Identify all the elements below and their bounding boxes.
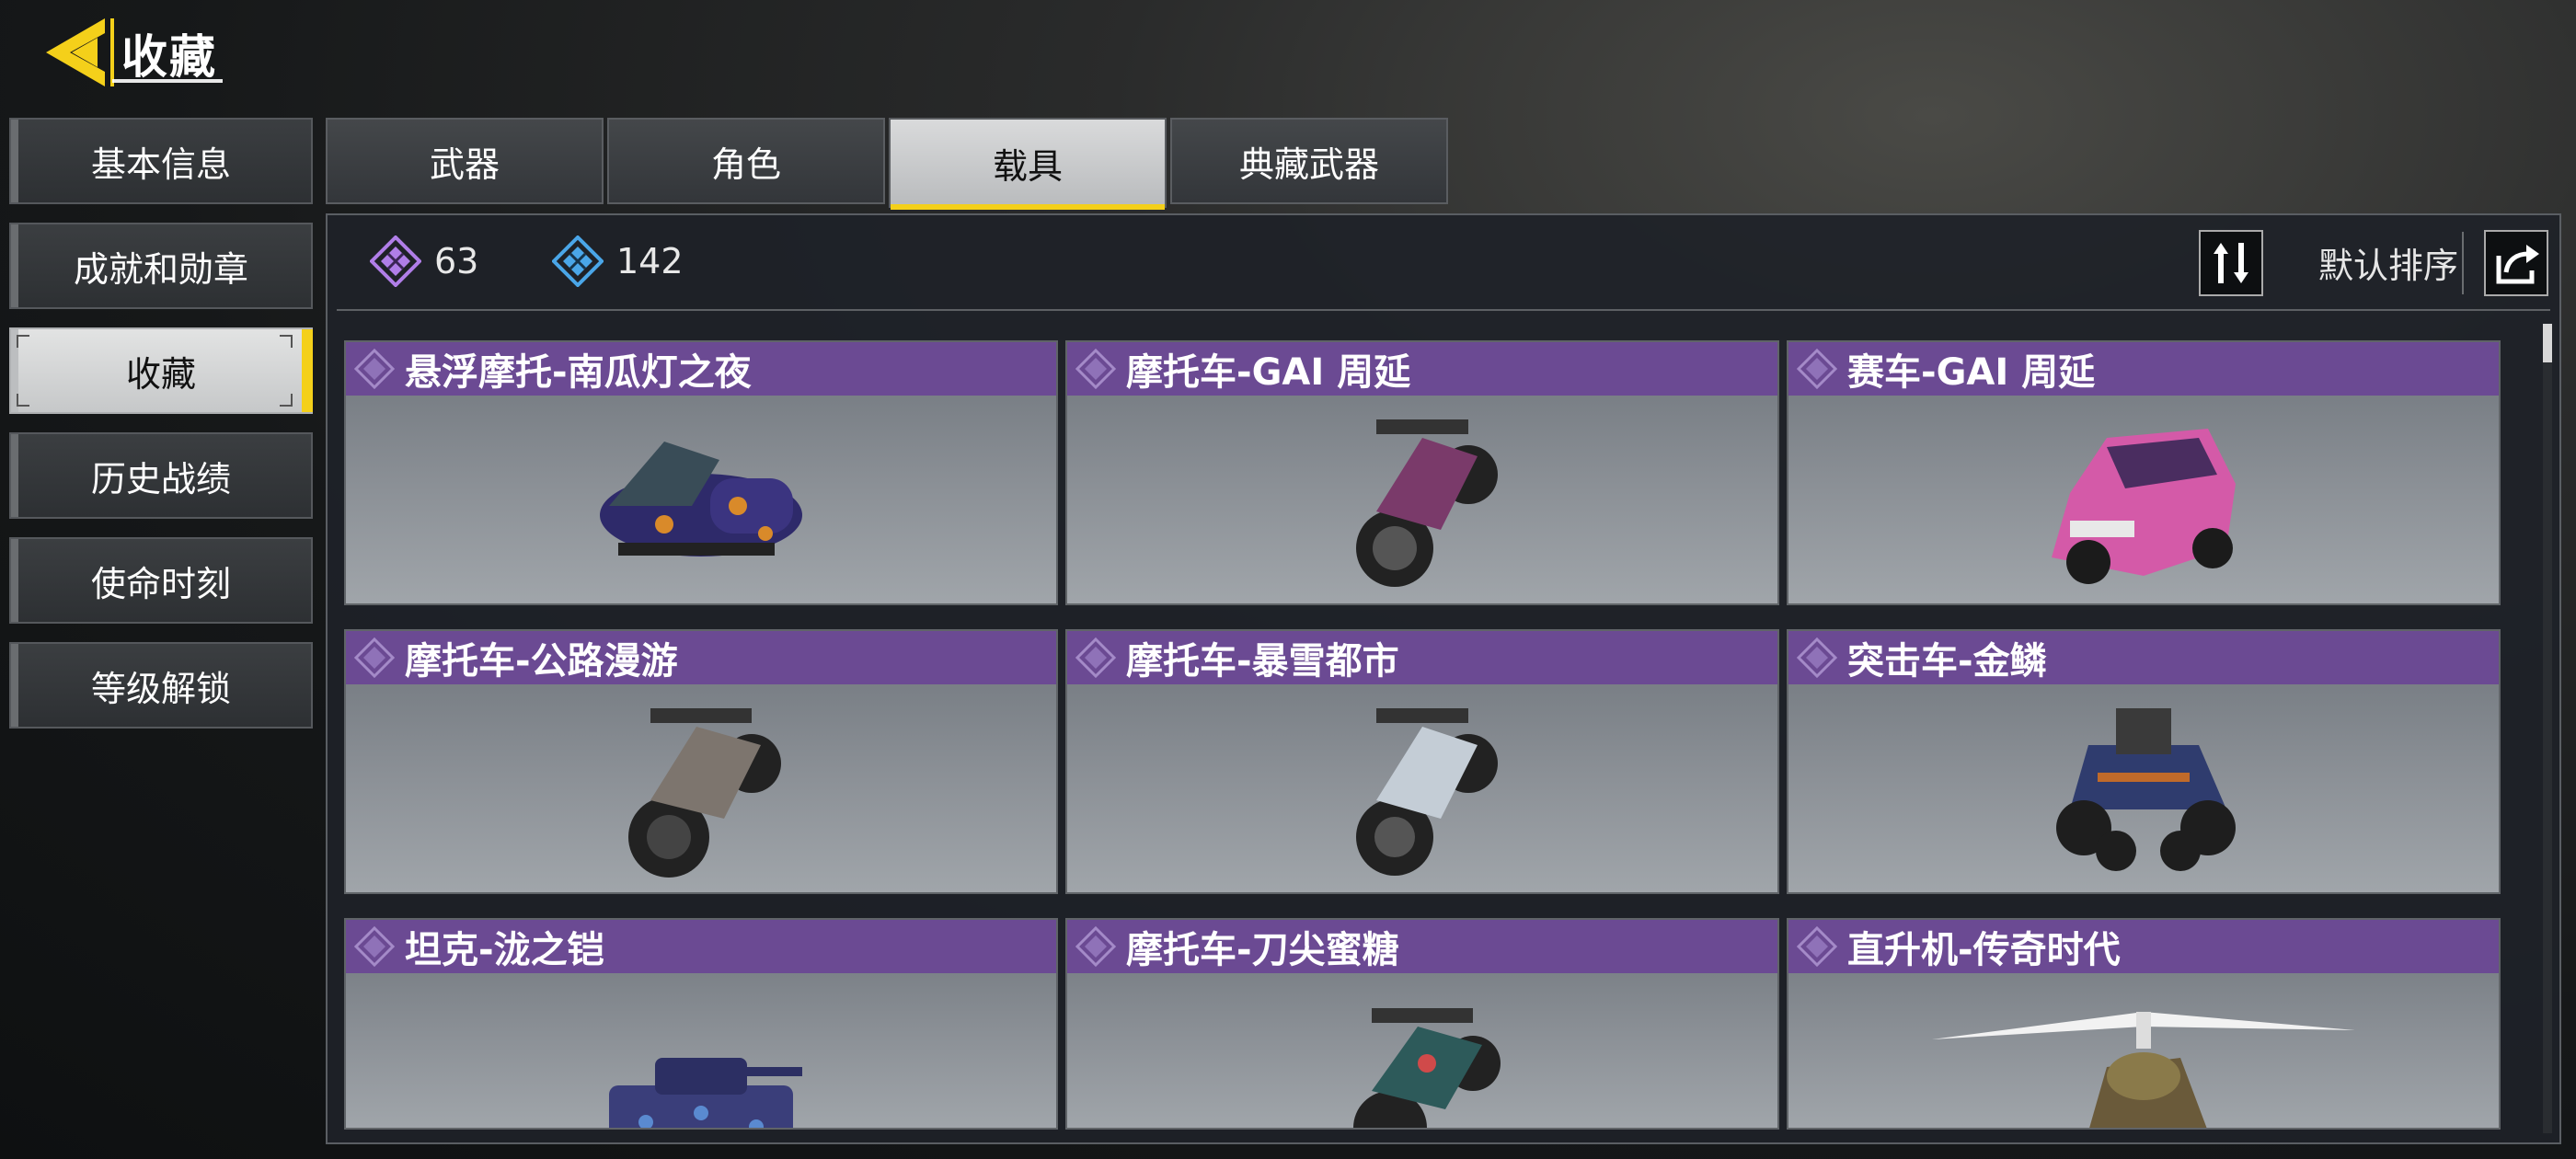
sort-dropdown[interactable]: 默认排序 bbox=[2318, 237, 2458, 288]
vehicle-card[interactable]: 摩托车-GAI 周延 bbox=[1065, 340, 1779, 605]
race-car-icon bbox=[2052, 429, 2236, 584]
rarity-diamond-icon bbox=[1796, 348, 1838, 390]
sidebar-item-label: 历史战绩 bbox=[90, 458, 231, 499]
motorcycle-icon bbox=[1353, 1008, 1501, 1128]
sidebar-item-label: 等级解锁 bbox=[90, 668, 231, 709]
purple-count: 63 bbox=[434, 241, 479, 281]
tank-icon bbox=[609, 1058, 802, 1128]
vehicle-name: 赛车-GAI 周延 bbox=[1847, 351, 2096, 394]
vehicle-card[interactable]: 直升机-传奇时代 bbox=[1787, 918, 2501, 1130]
purple-count-stat: 63 bbox=[370, 235, 478, 287]
title-underline bbox=[112, 79, 223, 83]
sidebar-item-level-unlock[interactable]: 等级解锁 bbox=[9, 642, 313, 729]
motorcycle-icon bbox=[1356, 708, 1498, 876]
scrollbar-track[interactable] bbox=[2543, 324, 2552, 1133]
vehicle-card[interactable]: 悬浮摩托-南瓜灯之夜 bbox=[344, 340, 1058, 605]
rarity-diamond-icon bbox=[353, 925, 396, 968]
tab-label: 武器 bbox=[429, 143, 500, 185]
card-header: 悬浮摩托-南瓜灯之夜 bbox=[346, 342, 1056, 396]
corner-bracket bbox=[280, 335, 293, 348]
vehicle-name: 摩托车-GAI 周延 bbox=[1126, 351, 1411, 394]
tab-label: 载具 bbox=[992, 145, 1063, 187]
toolbar-divider bbox=[2462, 232, 2464, 294]
helicopter-icon bbox=[1932, 1012, 2355, 1128]
tab-label: 典藏武器 bbox=[1238, 143, 1379, 185]
rarity-diamond-icon bbox=[353, 348, 396, 390]
sidebar-item-history[interactable]: 历史战绩 bbox=[9, 432, 313, 519]
vehicle-card[interactable]: 坦克-泷之铠 bbox=[344, 918, 1058, 1130]
rarity-diamond-icon bbox=[1796, 925, 1838, 968]
rarity-diamond-icon bbox=[1075, 637, 1117, 679]
tab-label: 角色 bbox=[710, 143, 781, 185]
vehicle-name: 悬浮摩托-南瓜灯之夜 bbox=[405, 351, 752, 394]
vehicle-card[interactable]: 突击车-金鳞 bbox=[1787, 629, 2501, 894]
rarity-diamond-icon bbox=[1075, 348, 1117, 390]
sidebar-item-achievements[interactable]: 成就和勋章 bbox=[9, 223, 313, 309]
rarity-diamond-icon bbox=[353, 637, 396, 679]
card-header: 赛车-GAI 周延 bbox=[1788, 342, 2499, 396]
vehicle-card[interactable]: 摩托车-暴雪都市 bbox=[1065, 629, 1779, 894]
sidebar-item-label: 基本信息 bbox=[90, 143, 231, 185]
tab-characters[interactable]: 角色 bbox=[607, 118, 885, 204]
buggy-icon bbox=[2056, 708, 2236, 871]
sort-toggle-button[interactable] bbox=[2199, 230, 2263, 296]
vehicle-name: 坦克-泷之铠 bbox=[405, 929, 604, 971]
sidebar-item-moments[interactable]: 使命时刻 bbox=[9, 537, 313, 624]
card-header: 坦克-泷之铠 bbox=[346, 920, 1056, 973]
sidebar-item-label: 成就和勋章 bbox=[73, 248, 248, 290]
tab-weapons[interactable]: 武器 bbox=[326, 118, 604, 204]
corner-bracket bbox=[17, 394, 29, 407]
vehicle-card[interactable]: 摩托车-刀尖蜜糖 bbox=[1065, 918, 1779, 1130]
vehicle-name: 摩托车-暴雪都市 bbox=[1126, 640, 1399, 683]
tab-legendary-weapons[interactable]: 典藏武器 bbox=[1170, 118, 1448, 204]
sidebar-item-collection[interactable]: 收藏 bbox=[9, 327, 313, 414]
motorcycle-icon bbox=[628, 708, 781, 878]
scrollbar-thumb[interactable] bbox=[2543, 324, 2552, 362]
card-header: 直升机-传奇时代 bbox=[1788, 920, 2499, 973]
motorcycle-icon bbox=[1356, 419, 1498, 587]
card-header: 摩托车-刀尖蜜糖 bbox=[1067, 920, 1777, 973]
corner-bracket bbox=[280, 394, 293, 407]
blue-count-stat: 142 bbox=[552, 235, 684, 287]
panel-divider bbox=[337, 309, 2550, 311]
purple-diamond-icon bbox=[370, 235, 421, 287]
card-header: 摩托车-公路漫游 bbox=[346, 631, 1056, 684]
card-header: 摩托车-GAI 周延 bbox=[1067, 342, 1777, 396]
share-button[interactable] bbox=[2484, 230, 2548, 296]
vehicle-name: 摩托车-刀尖蜜糖 bbox=[1126, 929, 1399, 971]
sidebar-item-basic-info[interactable]: 基本信息 bbox=[9, 118, 313, 204]
rarity-diamond-icon bbox=[1075, 925, 1117, 968]
tab-vehicles[interactable]: 载具 bbox=[889, 118, 1167, 210]
sidebar-item-label: 使命时刻 bbox=[90, 563, 231, 604]
hoverbike-icon bbox=[600, 442, 802, 557]
blue-diamond-icon bbox=[552, 235, 604, 287]
vehicle-name: 摩托车-公路漫游 bbox=[405, 640, 678, 683]
sidebar-item-label: 收藏 bbox=[125, 353, 196, 395]
vehicle-card[interactable]: 赛车-GAI 周延 bbox=[1787, 340, 2501, 605]
sort-swap-icon bbox=[2214, 243, 2248, 283]
share-icon bbox=[2496, 245, 2539, 284]
blue-count: 142 bbox=[616, 241, 684, 281]
corner-bracket bbox=[17, 335, 29, 348]
card-header: 摩托车-暴雪都市 bbox=[1067, 631, 1777, 684]
rarity-diamond-icon bbox=[1796, 637, 1838, 679]
page-title: 收藏 bbox=[121, 30, 217, 84]
collection-panel: 63 142 默认排序 悬浮摩托-南瓜灯之夜 摩托车-GAI 周延 赛车-GAI… bbox=[326, 213, 2561, 1144]
vehicle-card[interactable]: 摩托车-公路漫游 bbox=[344, 629, 1058, 894]
vehicle-name: 突击车-金鳞 bbox=[1847, 640, 2047, 683]
vehicle-name: 直升机-传奇时代 bbox=[1847, 929, 2121, 971]
card-header: 突击车-金鳞 bbox=[1788, 631, 2499, 684]
